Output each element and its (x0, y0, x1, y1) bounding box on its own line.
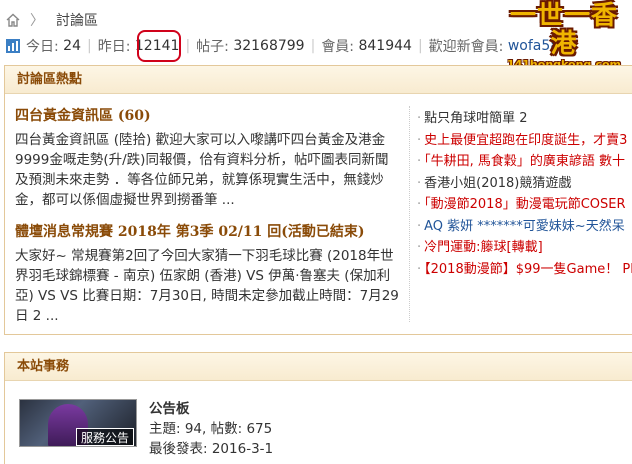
site-affairs-header: 本站事務 (5, 353, 632, 381)
logo-text: 一世一香港 (509, 1, 618, 59)
featured-posts: 四台黃金資訊區 (60) 四台黃金資訊區 (陸拾) 歡迎大家可以入嚟講吓四台黃金… (15, 106, 400, 326)
home-icon[interactable] (6, 13, 20, 27)
board-name-link[interactable]: 公告板 (149, 399, 273, 419)
board-info: 公告板 主題: 94, 帖數: 675 最後發表: 2016-3-1 (149, 399, 273, 459)
members-count: 841944 (358, 38, 412, 54)
breadcrumb-forum-link[interactable]: 討論區 (56, 10, 98, 30)
list-item[interactable]: · 「牛耕田, 馬食穀」的廣東諺語 數十 (417, 151, 632, 173)
posts-label: 帖子: (196, 39, 229, 55)
posts-count: 32168799 (233, 38, 305, 54)
divider: | (417, 38, 423, 54)
divider: | (185, 38, 191, 54)
list-item[interactable]: · 冷門運動:籐球[轉載] (417, 237, 632, 259)
featured-post-title[interactable]: 體壇消息常規賽 2018年 第3季 02/11 回(活動已結束) (15, 222, 400, 242)
forum-stats: 今日: 24 | 昨日: 12141 | 帖子: 32168799 | 會員: … (6, 36, 559, 56)
hot-link[interactable]: 冷門運動:籐球[轉載] (424, 240, 543, 255)
featured-post-summary: 大家好~ 常規賽第2回了今回大家猜一下羽毛球比賽 (2018年世界羽毛球錦標賽 … (15, 248, 399, 324)
today-label: 今日: (26, 39, 59, 55)
list-item[interactable]: · 【2018動漫節】$99一隻Game！ Pl (417, 259, 632, 281)
hot-link[interactable]: 「動漫節2018」動漫電玩節COSER (424, 197, 625, 212)
bar-chart-icon (6, 39, 20, 53)
chevron-right-icon: 〉 (30, 13, 44, 29)
list-item[interactable]: · AQ 紫妍 *******可愛妹妹~天然呆 (417, 216, 632, 238)
board-stats: 主題: 94, 帖數: 675 (149, 421, 273, 437)
featured-post-title[interactable]: 四台黃金資訊區 (60) (15, 106, 400, 126)
yesterday-label: 昨日: (97, 39, 131, 55)
hot-link[interactable]: 史上最便宜超跑在印度誕生，才賣3 (424, 133, 627, 148)
list-item[interactable]: · 香港小姐(2018)競猜遊戲 (417, 173, 632, 195)
yesterday-count: 12141 (134, 38, 180, 54)
hot-topics-header: 討論區熱點 (5, 66, 632, 94)
site-logo[interactable]: 一世一香港 141hongkong.com (500, 2, 628, 71)
breadcrumb: 〉 討論區 (6, 10, 98, 30)
hot-link[interactable]: 「牛耕田, 馬食穀」的廣東諺語 數十 (424, 154, 625, 169)
divider: | (310, 38, 316, 54)
board-badge: 服務公告 (76, 428, 135, 446)
board-last-post: 最後發表: 2016-3-1 (149, 441, 274, 457)
hot-link[interactable]: 【2018動漫節】$99一隻Game！ Pl (424, 262, 632, 277)
board-thumbnail[interactable]: 服務公告 (19, 399, 137, 447)
site-affairs-panel: 本站事務 服務公告 公告板 主題: 94, 帖數: 675 最後發表: 2016… (4, 352, 632, 464)
list-item[interactable]: · 「動漫節2018」動漫電玩節COSER (417, 194, 632, 216)
featured-post-summary: 四台黃金資訊區 (陸拾) 歡迎大家可以入嚟講吓四台黃金及港金9999金嘅走勢(升… (15, 132, 389, 208)
today-count: 24 (63, 38, 81, 54)
list-item[interactable]: · 點只角球咁簡單 2 (417, 108, 632, 130)
hot-link[interactable]: AQ 紫妍 *******可愛妹妹~天然呆 (424, 219, 625, 234)
column-divider (409, 106, 410, 322)
welcome-label: 歡迎新會員: (428, 39, 504, 55)
hot-links-list: · 點只角球咁簡單 2 · 史上最便宜超跑在印度誕生，才賣3 · 「牛耕田, 馬食穀」… (417, 108, 632, 280)
hot-topics-panel: 討論區熱點 四台黃金資訊區 (60) 四台黃金資訊區 (陸拾) 歡迎大家可以入嚟… (4, 65, 632, 335)
divider: | (87, 38, 92, 54)
hot-link[interactable]: 香港小姐(2018)競猜遊戲 (424, 176, 571, 191)
hot-link[interactable]: 點只角球咁簡單 2 (424, 111, 527, 126)
list-item[interactable]: · 史上最便宜超跑在印度誕生，才賣3 (417, 130, 632, 152)
members-label: 會員: (321, 39, 355, 55)
